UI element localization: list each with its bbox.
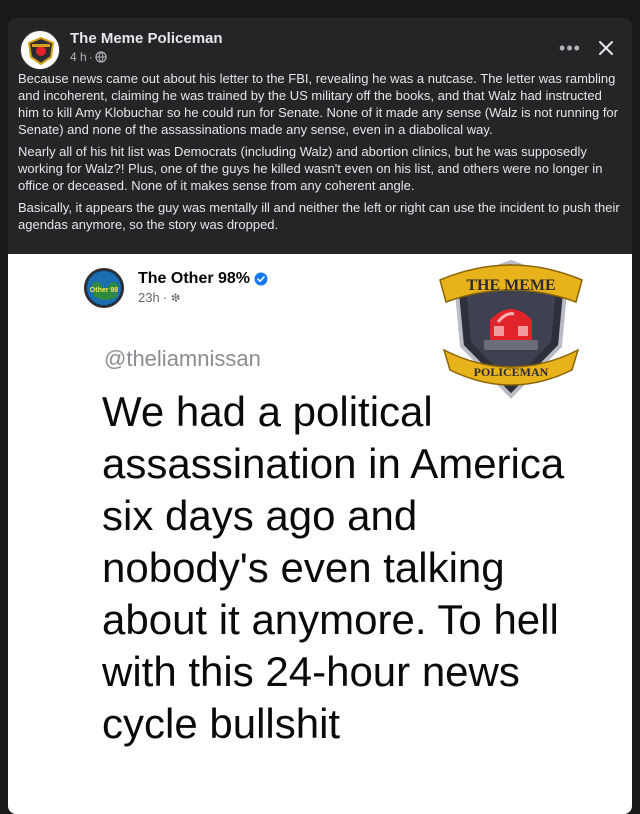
quoted-handle: @theliamnissan — [104, 346, 261, 371]
post-text: Because news came out about his letter t… — [18, 70, 624, 238]
more-icon: ••• — [559, 37, 581, 58]
post-author[interactable]: The Meme Policeman — [70, 30, 223, 47]
shared-avatar-text: Other 98 — [90, 287, 119, 294]
watermark-top-text: THE MEME — [466, 277, 555, 294]
badge-icon — [22, 32, 59, 69]
quote-text: We had a political assassination in Amer… — [102, 388, 565, 747]
avatar[interactable] — [20, 30, 60, 70]
more-options-button[interactable]: ••• — [556, 34, 584, 62]
close-icon — [599, 41, 613, 55]
post-paragraph: Nearly all of his hit list was Democrats… — [18, 144, 603, 193]
meta-separator: · — [162, 290, 168, 305]
post-time[interactable]: 4 h — [70, 50, 87, 64]
shared-image[interactable]: Other 98 The Other 98% 23h · @theliamnis… — [8, 254, 632, 814]
post-meta: 4 h · — [70, 50, 107, 64]
gear-icon — [171, 293, 180, 302]
post-paragraph: Because news came out about his letter t… — [18, 71, 618, 137]
meme-policeman-watermark: THE MEME POLICEMAN — [439, 259, 583, 399]
shared-avatar: Other 98 — [84, 268, 124, 308]
post-card: The Meme Policeman 4 h · ••• Because new… — [8, 18, 632, 814]
post-paragraph: Basically, it appears the guy was mental… — [18, 200, 620, 232]
globe-icon — [95, 51, 107, 63]
verified-icon — [254, 272, 268, 286]
close-button[interactable] — [592, 34, 620, 62]
shared-author: The Other 98% — [138, 270, 268, 288]
shared-time: 23h — [138, 290, 160, 305]
shared-author-name: The Other 98% — [138, 270, 251, 287]
earth-icon: Other 98 — [87, 271, 121, 305]
watermark-bottom-text: POLICEMAN — [474, 365, 549, 379]
meta-separator: · — [88, 50, 93, 64]
shared-meta: 23h · — [138, 290, 181, 305]
